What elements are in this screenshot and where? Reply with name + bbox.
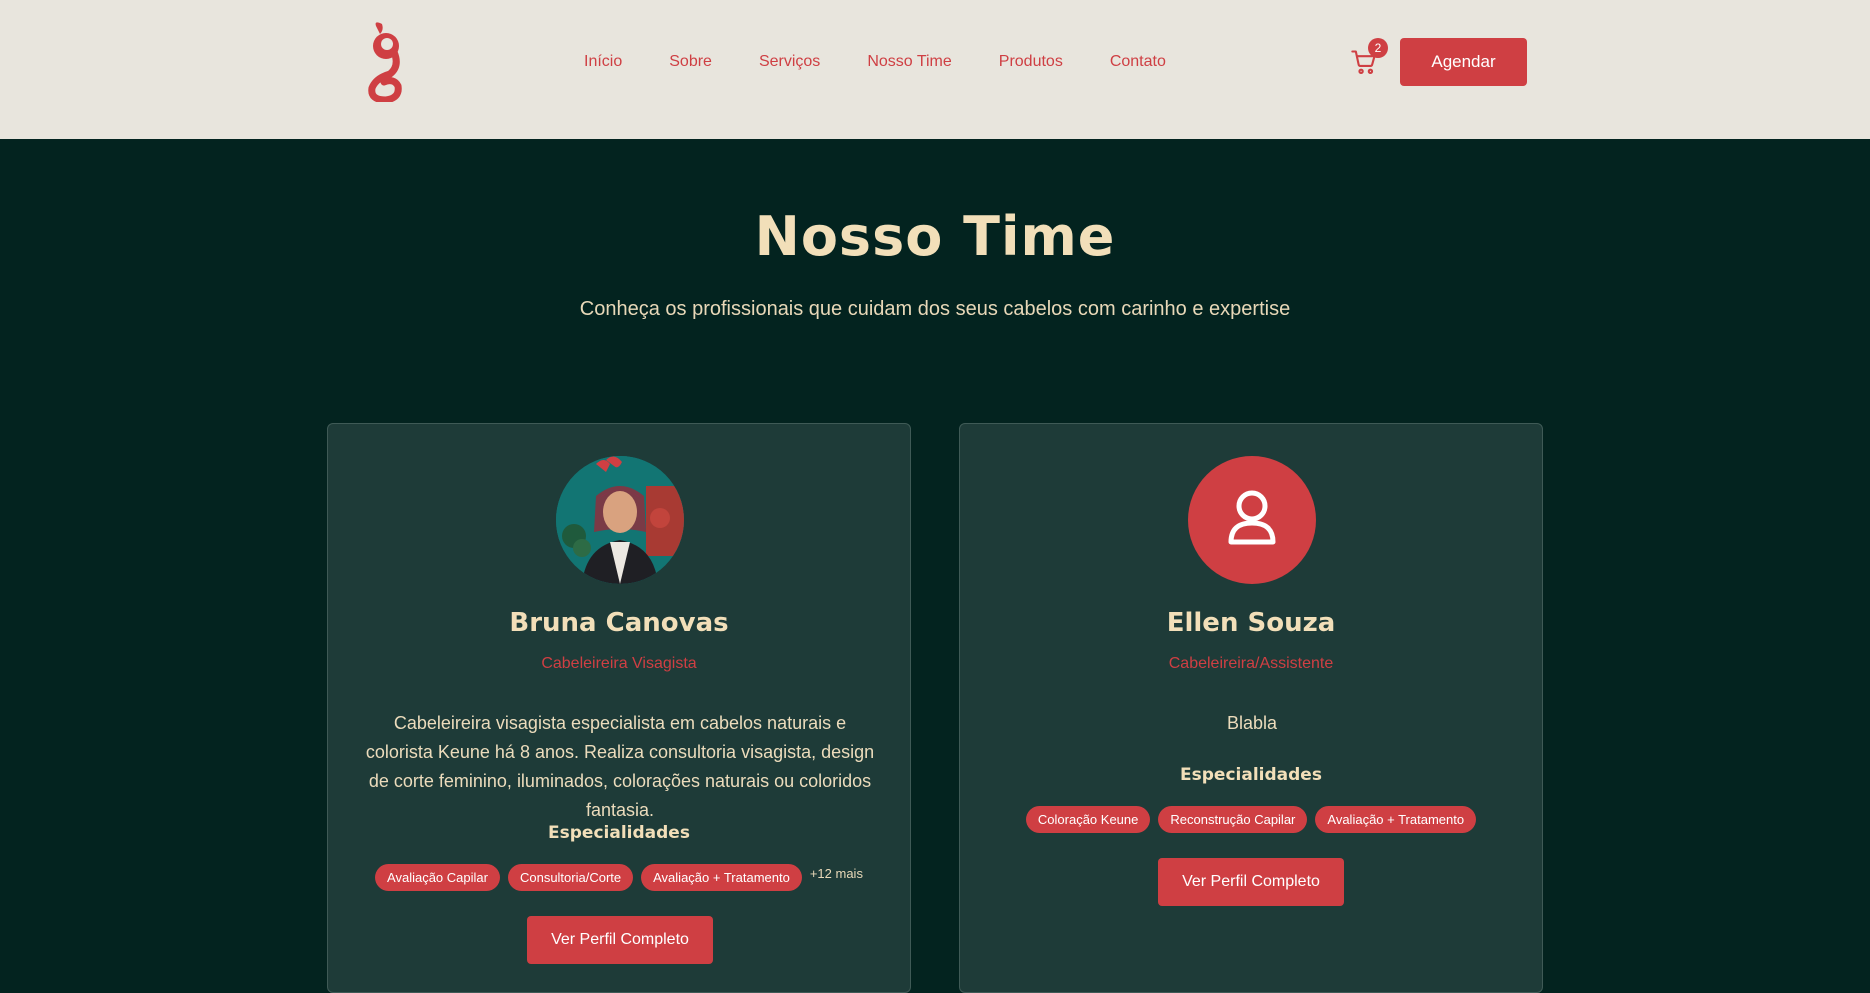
brand-logo[interactable] (362, 22, 412, 104)
specialty-tag: Avaliação Capilar (375, 864, 500, 891)
specialty-tag: Avaliação + Tratamento (641, 864, 802, 891)
member-bio: Cabeleireira visagista especialista em c… (365, 713, 875, 820)
specialty-tag: Reconstrução Capilar (1158, 806, 1308, 833)
specialties-tags: Coloração Keune Reconstrução Capilar Ava… (960, 806, 1542, 833)
avatar (1188, 456, 1316, 584)
nav-link-produtos[interactable]: Produtos (999, 53, 1063, 71)
member-name: Ellen Souza (1166, 608, 1336, 638)
team-card-bruna: Bruna Canovas Cabeleireira Visagista Cab… (327, 423, 911, 993)
member-role: Cabeleireira Visagista (541, 655, 697, 672)
view-profile-button[interactable]: Ver Perfil Completo (1158, 858, 1344, 906)
nav-link-nosso-time[interactable]: Nosso Time (867, 53, 951, 71)
specialties-title: Especialidades (548, 823, 690, 843)
cart-count-badge: 2 (1368, 38, 1388, 58)
view-profile-button[interactable]: Ver Perfil Completo (527, 916, 713, 964)
member-name: Bruna Canovas (509, 608, 729, 638)
page-subtitle: Conheça os profissionais que cuidam dos … (579, 298, 1291, 320)
nav-link-contato[interactable]: Contato (1110, 53, 1166, 71)
site-header: Início Sobre Serviços Nosso Time Produto… (0, 0, 1870, 139)
page-title: Nosso Time (754, 205, 1116, 268)
more-specialties-count: +12 mais (809, 866, 863, 881)
specialty-tag: Consultoria/Corte (507, 864, 634, 891)
member-bio: Blabla (1226, 713, 1278, 733)
nav-link-servicos[interactable]: Serviços (759, 53, 820, 71)
nav-link-sobre[interactable]: Sobre (669, 53, 712, 71)
schedule-button[interactable]: Agendar (1400, 38, 1527, 86)
nav-link-inicio[interactable]: Início (584, 53, 622, 71)
specialty-tag: Avaliação + Tratamento (1315, 806, 1477, 833)
user-icon (1228, 490, 1276, 545)
specialty-tag: Coloração Keune (1025, 806, 1151, 833)
member-role: Cabeleireira/Assistente (1168, 655, 1334, 672)
team-card-ellen: Ellen Souza Cabeleireira/Assistente Blab… (959, 423, 1543, 993)
main-nav: Início Sobre Serviços Nosso Time Produto… (584, 0, 1213, 124)
avatar (556, 456, 684, 584)
specialties-tags: Avaliação Capilar Consultoria/Corte Aval… (328, 864, 910, 891)
specialties-title: Especialidades (1180, 765, 1322, 785)
